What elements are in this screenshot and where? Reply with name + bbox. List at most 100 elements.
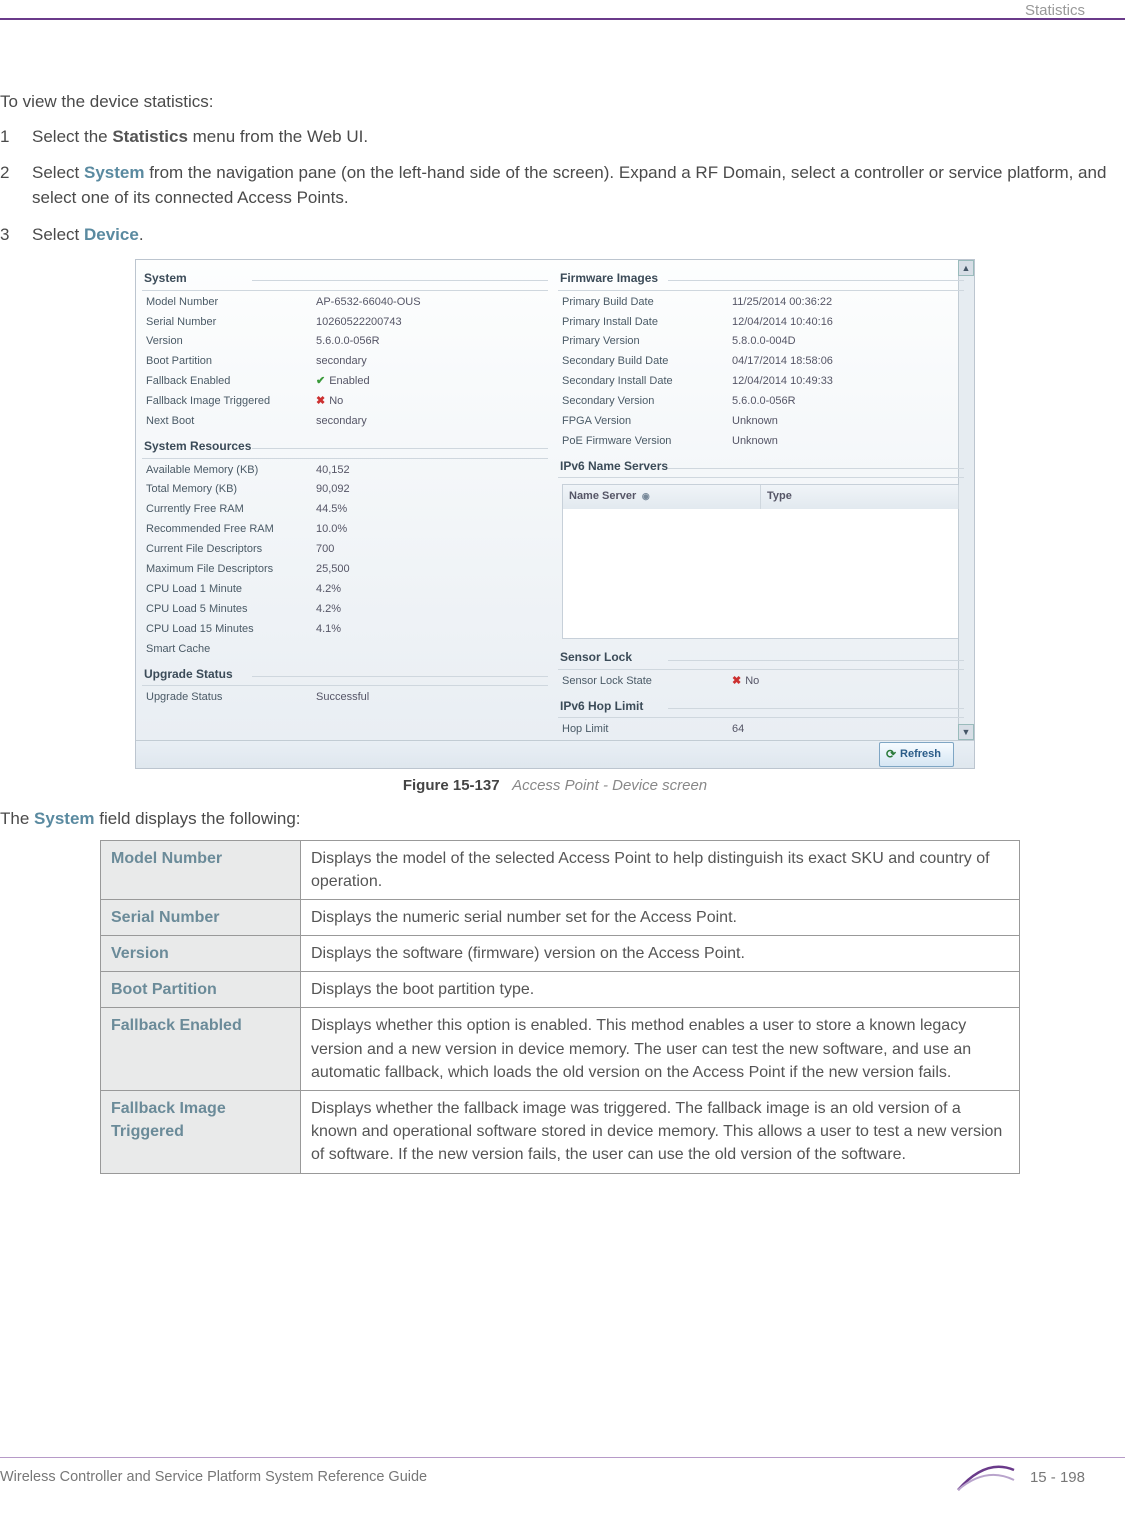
row-value-text: secondary xyxy=(316,415,367,427)
group-upgrade-title: Upgrade Status xyxy=(142,662,548,686)
page-content: To view the device statistics: Select th… xyxy=(0,80,1125,1174)
row-key: CPU Load 1 Minute xyxy=(146,582,316,598)
footer-rule xyxy=(0,1457,1125,1458)
desc-key: Serial Number xyxy=(101,899,301,935)
row-value-text: Unknown xyxy=(732,415,778,427)
row-value: 4.2% xyxy=(316,602,544,618)
row-key: Version xyxy=(146,334,316,350)
desc-key: Fallback Enabled xyxy=(101,1008,301,1091)
row-key: Secondary Build Date xyxy=(562,354,732,370)
row-value: ✖No xyxy=(732,674,960,690)
row-value: 11/25/2014 00:36:22 xyxy=(732,295,960,311)
steps-list: Select the Statistics menu from the Web … xyxy=(0,125,1110,248)
ipv6-col-nameserver[interactable]: Name Server ◉ xyxy=(563,485,761,509)
step-2: Select System from the navigation pane (… xyxy=(0,161,1110,210)
row-key: Available Memory (KB) xyxy=(146,463,316,479)
row-key: Current File Descriptors xyxy=(146,542,316,558)
scroll-down-icon[interactable]: ▼ xyxy=(958,724,974,740)
row-key: Next Boot xyxy=(146,414,316,430)
refresh-label: Refresh xyxy=(900,747,941,763)
row-value-text: 04/17/2014 18:58:06 xyxy=(732,355,833,367)
figure-number: Figure 15-137 xyxy=(403,777,500,794)
row-key: Smart Cache xyxy=(146,642,316,658)
desc-key: Boot Partition xyxy=(101,972,301,1008)
resources-row: Available Memory (KB)40,152 xyxy=(142,461,548,481)
refresh-button[interactable]: ⟳ Refresh xyxy=(879,742,954,767)
sort-icon[interactable]: ◉ xyxy=(639,491,649,501)
row-value-text: 5.6.0.0-056R xyxy=(316,335,380,347)
system-row: Fallback Image Triggered✖No xyxy=(142,392,548,412)
row-key: CPU Load 15 Minutes xyxy=(146,622,316,638)
firmware-row: FPGA VersionUnknown xyxy=(558,412,964,432)
resources-row: Maximum File Descriptors25,500 xyxy=(142,560,548,580)
ipv6-col1-label: Name Server xyxy=(569,490,636,502)
row-key: Currently Free RAM xyxy=(146,502,316,518)
step-3: Select Device. xyxy=(0,223,1110,248)
row-key: PoE Firmware Version xyxy=(562,434,732,450)
step1-pre: Select the xyxy=(32,127,112,146)
row-key: Model Number xyxy=(146,295,316,311)
ipv6-col-type[interactable]: Type xyxy=(761,485,959,509)
resources-row: Total Memory (KB)90,092 xyxy=(142,480,548,500)
step2-pre: Select xyxy=(32,163,84,182)
row-value: 12/04/2014 10:40:16 xyxy=(732,315,960,331)
group-firmware-rows: Primary Build Date11/25/2014 00:36:22 Pri… xyxy=(558,293,964,453)
row-value-text: 11/25/2014 00:36:22 xyxy=(732,296,832,308)
description-table: Model NumberDisplays the model of the se… xyxy=(100,840,1020,1174)
resources-row: Recommended Free RAM10.0% xyxy=(142,520,548,540)
row-value-text: 4.2% xyxy=(316,603,341,615)
row-value-text: secondary xyxy=(316,355,367,367)
table-row: Fallback Image TriggeredDisplays whether… xyxy=(101,1091,1020,1174)
row-value-text: 44.5% xyxy=(316,503,347,515)
row-key: Recommended Free RAM xyxy=(146,522,316,538)
row-value: Unknown xyxy=(732,414,960,430)
group-system-title: System xyxy=(142,266,548,290)
desc-value: Displays the numeric serial number set f… xyxy=(301,899,1020,935)
row-value-text: 700 xyxy=(316,543,334,555)
step3-bold: Device xyxy=(84,225,139,244)
desc-value: Displays the software (firmware) version… xyxy=(301,936,1020,972)
row-value: 90,092 xyxy=(316,482,544,498)
intro-text: To view the device statistics: xyxy=(0,90,1110,115)
row-key: CPU Load 5 Minutes xyxy=(146,602,316,618)
device-screenshot: ▲ ▼ System Model NumberAP-6532-66040-OUS… xyxy=(135,259,975,769)
row-value-text: 90,092 xyxy=(316,483,350,495)
row-key: Primary Build Date xyxy=(562,295,732,311)
row-value-text: 64 xyxy=(732,723,744,735)
row-value: AP-6532-66040-OUS xyxy=(316,295,544,311)
group-firmware-title: Firmware Images xyxy=(558,266,964,290)
row-key: Maximum File Descriptors xyxy=(146,562,316,578)
row-key: Fallback Image Triggered xyxy=(146,394,316,410)
resources-row: Smart Cache xyxy=(142,640,548,660)
footer-swoosh-icon xyxy=(956,1464,1016,1492)
row-value-text: 10.0% xyxy=(316,523,347,535)
row-value: 25,500 xyxy=(316,562,544,578)
firmware-row: Primary Version5.8.0.0-004D xyxy=(558,332,964,352)
row-value: 10260522200743 xyxy=(316,315,544,331)
system-row: Model NumberAP-6532-66040-OUS xyxy=(142,293,548,313)
desc-key: Version xyxy=(101,936,301,972)
firmware-row: PoE Firmware VersionUnknown xyxy=(558,432,964,452)
figure-title: Access Point - Device screen xyxy=(512,777,707,794)
step-1: Select the Statistics menu from the Web … xyxy=(0,125,1110,150)
row-value-text: 12/04/2014 10:40:16 xyxy=(732,316,833,328)
row-value: 700 xyxy=(316,542,544,558)
system-note: The System field displays the following: xyxy=(0,807,1110,832)
row-value-text: 25,500 xyxy=(316,563,350,575)
screenshot-footer: ⟳ Refresh xyxy=(136,740,974,768)
resources-row: CPU Load 5 Minutes4.2% xyxy=(142,600,548,620)
resources-row: CPU Load 15 Minutes4.1% xyxy=(142,620,548,640)
table-row: Boot PartitionDisplays the boot partitio… xyxy=(101,972,1020,1008)
row-value-text: Enabled xyxy=(329,375,369,387)
row-key: Sensor Lock State xyxy=(562,674,732,690)
group-resources-rows: Available Memory (KB)40,152Total Memory … xyxy=(142,461,548,660)
row-value-text: No xyxy=(745,675,759,687)
row-key: Total Memory (KB) xyxy=(146,482,316,498)
row-value-text: Successful xyxy=(316,691,369,703)
row-value-text: 5.6.0.0-056R xyxy=(732,395,796,407)
row-value: 40,152 xyxy=(316,463,544,479)
row-value: Successful xyxy=(316,690,544,706)
footer-page-number: 15 - 198 xyxy=(1030,1467,1085,1489)
row-value: 4.2% xyxy=(316,582,544,598)
row-value-text: 10260522200743 xyxy=(316,316,402,328)
